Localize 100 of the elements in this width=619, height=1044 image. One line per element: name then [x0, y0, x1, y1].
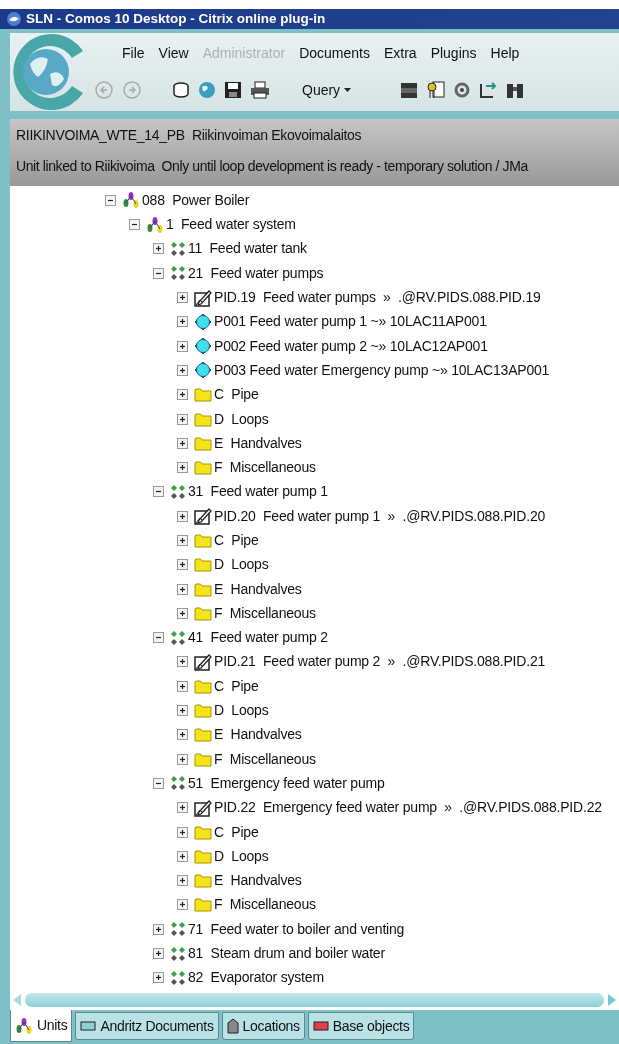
tab[interactable]: Base objects: [307, 1012, 415, 1040]
menu-item[interactable]: Plugins: [430, 42, 477, 64]
expand-toggle[interactable]: [177, 899, 188, 911]
tree-item[interactable]: D Loops: [214, 554, 269, 576]
tab[interactable]: Andritz Documents: [75, 1012, 219, 1040]
tree-item[interactable]: C Pipe: [214, 384, 259, 406]
tree-item[interactable]: PID.21 Feed water pump 2 » .@RV.PIDS.088.PID.21: [214, 651, 546, 673]
expand-toggle[interactable]: [177, 535, 188, 546]
expand-toggle[interactable]: [177, 389, 188, 401]
expand-toggle[interactable]: [153, 243, 164, 255]
collapse-toggle[interactable]: [153, 632, 164, 644]
books-icon[interactable]: [399, 81, 420, 100]
building-icon: [226, 1018, 239, 1034]
expand-toggle[interactable]: [177, 656, 188, 668]
tree-item[interactable]: 71 Feed water to boiler and venting: [188, 918, 405, 940]
expand-toggle[interactable]: [177, 826, 188, 838]
folder-icon: [194, 387, 212, 403]
expand-toggle[interactable]: [153, 948, 164, 960]
tree-item[interactable]: PID.22 Emergency feed water pump » .@RV.PIDS.088.PID.22: [214, 797, 602, 819]
pump-icon: [194, 337, 212, 356]
tree-item[interactable]: C Pipe: [214, 530, 259, 551]
tree-item[interactable]: P002 Feed water pump 2 ~» 10LAC12AP001: [214, 335, 488, 357]
collapse-toggle[interactable]: [153, 777, 164, 789]
menu-item[interactable]: Extra: [383, 42, 417, 64]
menu-item[interactable]: File: [122, 42, 145, 64]
tree-item[interactable]: C Pipe: [214, 675, 259, 697]
expand-toggle[interactable]: [153, 972, 164, 984]
menu-item[interactable]: Help: [490, 42, 520, 64]
expand-toggle[interactable]: [177, 875, 188, 887]
export-icon[interactable]: [479, 81, 498, 100]
folder-icon: [194, 435, 212, 451]
drawing-sheet-icon: [194, 798, 212, 817]
expand-toggle[interactable]: [177, 583, 188, 595]
tree-item[interactable]: 31 Feed water pump 1: [188, 481, 328, 503]
tab[interactable]: Units: [10, 1010, 73, 1042]
database-icon[interactable]: [172, 81, 190, 100]
tree-item[interactable]: 1 Feed water system: [166, 214, 296, 236]
tree-item[interactable]: E Handvalves: [214, 578, 302, 600]
tree-item[interactable]: F Miscellaneous: [214, 602, 316, 624]
collapse-toggle[interactable]: [105, 194, 116, 206]
expand-toggle[interactable]: [177, 413, 188, 425]
tree-item[interactable]: F Miscellaneous: [214, 457, 316, 479]
unit-icon: [146, 215, 164, 234]
scrollbar-thumb[interactable]: [25, 993, 604, 1007]
expand-toggle[interactable]: [153, 923, 164, 935]
expand-toggle[interactable]: [177, 462, 188, 474]
tree-item[interactable]: 81 Steam drum and boiler water: [188, 943, 385, 965]
tree-item[interactable]: PID.19 Feed water pumps » .@RV.PIDS.088.PID.19: [214, 287, 541, 309]
expand-toggle[interactable]: [177, 292, 188, 304]
folder-icon: [194, 533, 212, 548]
tree-item[interactable]: P003 Feed water Emergency pump ~» 10LAC13AP001: [214, 359, 550, 381]
expand-toggle[interactable]: [177, 316, 188, 328]
query-dropdown[interactable]: Query: [300, 79, 354, 101]
folder-icon: [194, 873, 212, 889]
folder-icon: [194, 678, 212, 694]
tree-item[interactable]: E Handvalves: [214, 432, 302, 454]
collapse-toggle[interactable]: [153, 486, 164, 498]
folder-icon: [194, 605, 212, 621]
tree-item[interactable]: 088 Power Boiler: [142, 189, 250, 211]
expand-toggle[interactable]: [177, 364, 188, 376]
collapse-toggle[interactable]: [153, 267, 164, 279]
pump-icon: [194, 361, 212, 380]
tree-item[interactable]: E Handvalves: [214, 724, 302, 746]
tree-item[interactable]: F Miscellaneous: [214, 894, 316, 916]
tree-item[interactable]: D Loops: [214, 408, 269, 430]
globe-icon[interactable]: [198, 81, 216, 100]
dots-icon: [170, 775, 186, 792]
tree-item[interactable]: D Loops: [214, 700, 269, 722]
expand-toggle[interactable]: [177, 680, 188, 692]
save-icon[interactable]: [224, 81, 242, 100]
tree-item[interactable]: C Pipe: [214, 821, 259, 843]
menu-item[interactable]: View: [158, 42, 189, 64]
expand-toggle[interactable]: [177, 850, 188, 862]
collapse-toggle[interactable]: [129, 219, 140, 231]
expand-toggle[interactable]: [177, 510, 188, 522]
tree-item[interactable]: PID.20 Feed water pump 1 » .@RV.PIDS.088.PID.20: [214, 505, 546, 527]
tree-item[interactable]: P001 Feed water pump 1 ~» 10LAC11AP001: [214, 311, 487, 333]
tree-item[interactable]: F Miscellaneous: [214, 748, 316, 770]
tree-item[interactable]: E Handvalves: [214, 870, 302, 892]
tree-item[interactable]: 11 Feed water tank: [188, 238, 307, 260]
expand-toggle[interactable]: [177, 705, 188, 717]
menu-item[interactable]: Documents: [299, 42, 370, 64]
certificate-icon[interactable]: [427, 81, 446, 100]
tree-item[interactable]: 41 Feed water pump 2: [188, 627, 328, 649]
tree-item[interactable]: 82 Evaporator system: [188, 967, 324, 989]
expand-toggle[interactable]: [177, 802, 188, 814]
tab[interactable]: Locations: [221, 1012, 305, 1040]
expand-toggle[interactable]: [177, 607, 188, 619]
tree-item[interactable]: D Loops: [214, 845, 269, 867]
dots-icon: [170, 483, 186, 500]
tree-item[interactable]: 51 Emergency feed water pump: [188, 772, 385, 794]
horizontal-scrollbar[interactable]: [10, 990, 619, 1010]
print-icon[interactable]: [250, 81, 270, 100]
folder-icon: [194, 703, 212, 719]
expand-toggle[interactable]: [177, 340, 188, 352]
expand-toggle[interactable]: [177, 559, 188, 571]
expand-toggle[interactable]: [177, 729, 188, 741]
expand-toggle[interactable]: [177, 437, 188, 449]
tree-item[interactable]: 21 Feed water pumps: [188, 262, 324, 284]
expand-toggle[interactable]: [177, 753, 188, 765]
